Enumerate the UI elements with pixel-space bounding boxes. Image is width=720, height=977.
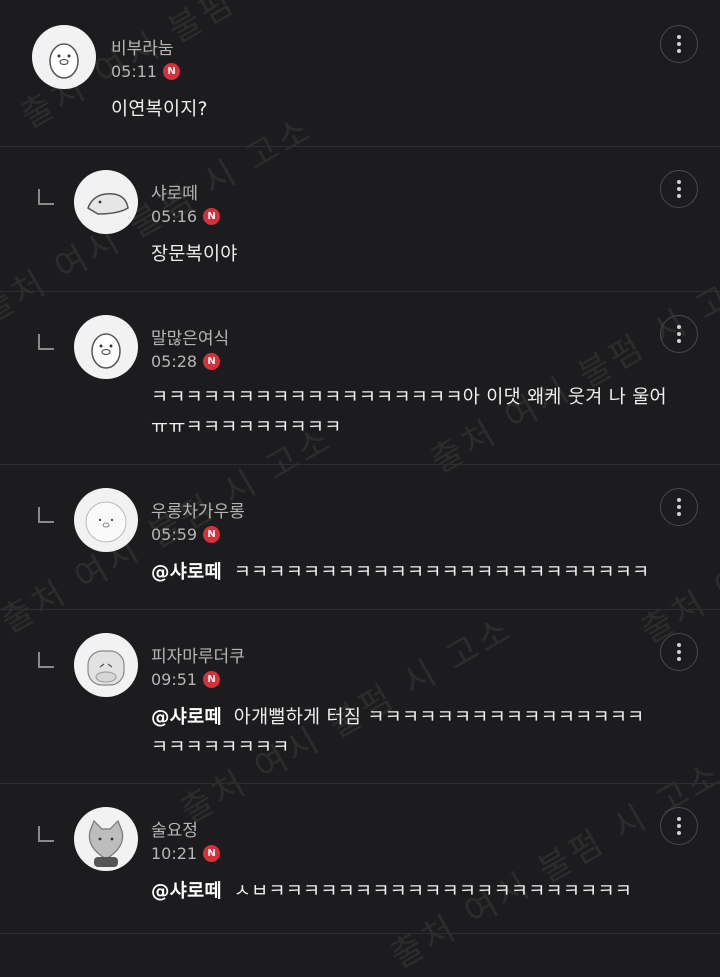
mention-link[interactable]: @샤로떼 [151, 707, 222, 728]
reply-item: 피자마루더쿠 09:51 N @샤로떼 아개뻘하게 터짐 ㅋㅋㅋㅋㅋㅋㅋㅋㅋㅋㅋㅋ… [0, 610, 720, 784]
avatar[interactable] [74, 488, 138, 552]
new-badge: N [203, 208, 221, 225]
avatar[interactable] [74, 807, 138, 871]
new-badge: N [203, 353, 221, 370]
comment-author[interactable]: 말많은여식 [151, 324, 229, 349]
avatar[interactable] [74, 315, 138, 379]
more-options-button[interactable] [660, 488, 698, 526]
comment-time: 10:21 [151, 844, 198, 863]
new-badge: N [203, 845, 221, 862]
reply-arrow-icon [38, 189, 54, 205]
reply-item: 말많은여식 05:28 N ㅋㅋㅋㅋㅋㅋㅋㅋㅋㅋㅋㅋㅋㅋㅋㅋㅋㅋ아 이댓 왜케 … [0, 292, 720, 465]
more-options-button[interactable] [660, 25, 698, 63]
avatar[interactable] [32, 25, 96, 89]
avatar[interactable] [74, 170, 138, 234]
comment-text: 아개뻘하게 터짐 ㅋㅋㅋㅋㅋㅋㅋㅋㅋㅋㅋㅋㅋㅋㅋㅋ [233, 707, 645, 728]
new-badge: N [203, 671, 221, 688]
comment-author[interactable]: 비부라눔 [111, 34, 174, 59]
comment-author[interactable]: 피자마루더쿠 [151, 642, 245, 667]
comment-author[interactable]: 샤로떼 [151, 179, 198, 204]
comment-time: 09:51 [151, 670, 198, 689]
more-options-button[interactable] [660, 170, 698, 208]
comment-time: 05:11 [111, 62, 158, 81]
comment-author[interactable]: 우롱차가우롱 [151, 497, 245, 522]
more-options-button[interactable] [660, 315, 698, 353]
mention-link[interactable]: @샤로떼 [151, 881, 222, 902]
comment-text: ㅋㅋㅋㅋㅋㅋㅋㅋㅋㅋㅋㅋㅋㅋㅋㅋㅋㅋ아 이댓 왜케 웃겨 나 울어 [151, 387, 667, 408]
comment-text: ㅅㅂㅋㅋㅋㅋㅋㅋㅋㅋㅋㅋㅋㅋㅋㅋㅋㅋㅋㅋㅋㅋㅋ [233, 881, 633, 902]
comment-time: 05:59 [151, 525, 198, 544]
reply-arrow-icon [38, 826, 54, 842]
reply-item: 술요정 10:21 N @샤로떼 ㅅㅂㅋㅋㅋㅋㅋㅋㅋㅋㅋㅋㅋㅋㅋㅋㅋㅋㅋㅋㅋㅋㅋ [0, 784, 720, 934]
reply-arrow-icon [38, 652, 54, 668]
comment-text-line2: ㅋㅋㅋㅋㅋㅋㅋㅋ [151, 737, 290, 758]
comment-text: ㅋㅋㅋㅋㅋㅋㅋㅋㅋㅋㅋㅋㅋㅋㅋㅋㅋㅋㅋㅋㅋㅋㅋㅋ [233, 562, 650, 583]
comment-text: 장문복이야 [151, 244, 238, 265]
reply-item: 샤로떼 05:16 N 장문복이야 [0, 147, 720, 292]
comment-author[interactable]: 술요정 [151, 816, 198, 841]
comment-time: 05:28 [151, 352, 198, 371]
new-badge: N [203, 526, 221, 543]
comment-time: 05:16 [151, 207, 198, 226]
new-badge: N [163, 63, 181, 80]
comment-text: 이연복이지? [111, 99, 208, 120]
more-options-button[interactable] [660, 633, 698, 671]
comment-item: 비부라눔 05:11 N 이연복이지? [0, 0, 720, 147]
mention-link[interactable]: @샤로떼 [151, 562, 222, 583]
avatar[interactable] [74, 633, 138, 697]
comment-text-line2: ㅠㅠㅋㅋㅋㅋㅋㅋㅋㅋㅋ [151, 417, 342, 438]
reply-arrow-icon [38, 507, 54, 523]
reply-item: 우롱차가우롱 05:59 N @샤로떼 ㅋㅋㅋㅋㅋㅋㅋㅋㅋㅋㅋㅋㅋㅋㅋㅋㅋㅋㅋㅋㅋ… [0, 465, 720, 610]
more-options-button[interactable] [660, 807, 698, 845]
reply-arrow-icon [38, 334, 54, 350]
